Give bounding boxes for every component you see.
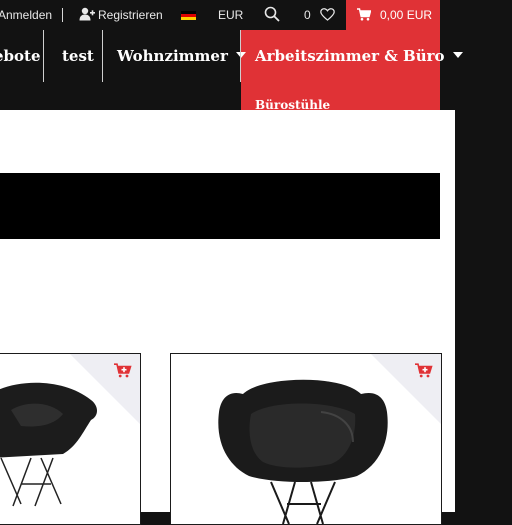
divider xyxy=(62,8,63,22)
wishlist-link[interactable]: 0 xyxy=(304,0,335,30)
nav-item-wohnzimmer[interactable]: Wohnzimmer xyxy=(117,44,246,68)
product-image-chair xyxy=(0,382,97,507)
nav-divider xyxy=(102,30,103,82)
category-banner xyxy=(0,173,440,239)
wishlist-count: 0 xyxy=(304,8,311,22)
register-label: Registrieren xyxy=(98,8,163,22)
nav-item-arbeitszimmer[interactable]: Arbeitszimmer & Büro xyxy=(255,44,463,68)
nav-divider xyxy=(240,30,241,82)
user-plus-icon xyxy=(79,7,95,21)
nav-item-test[interactable]: test xyxy=(62,44,94,68)
main-content xyxy=(0,110,455,525)
product-image-chair xyxy=(218,379,388,524)
nav-item-angebote[interactable]: ebote xyxy=(0,44,41,68)
chevron-down-icon xyxy=(452,52,463,58)
shopping-cart-icon xyxy=(357,8,371,21)
login-link[interactable]: Anmelden xyxy=(0,0,52,30)
heart-icon xyxy=(320,8,335,21)
cart-button[interactable]: 0,00 EUR xyxy=(346,0,440,30)
product-card[interactable] xyxy=(0,353,141,525)
nav-divider xyxy=(43,30,44,82)
product-card[interactable] xyxy=(170,353,442,525)
register-link[interactable]: Registrieren xyxy=(79,0,163,30)
search-button[interactable] xyxy=(264,0,280,30)
nav-item-wohnzimmer-label: Wohnzimmer xyxy=(117,47,228,65)
nav-item-arbeitszimmer-label: Arbeitszimmer & Büro xyxy=(255,47,445,65)
top-utility-bar: Anmelden Registrieren EUR 0 0,00 EUR xyxy=(0,0,512,30)
search-icon xyxy=(264,6,280,22)
germany-flag-icon[interactable] xyxy=(181,11,196,20)
currency-selector[interactable]: EUR xyxy=(218,0,243,30)
cart-total: 0,00 EUR xyxy=(380,8,433,22)
